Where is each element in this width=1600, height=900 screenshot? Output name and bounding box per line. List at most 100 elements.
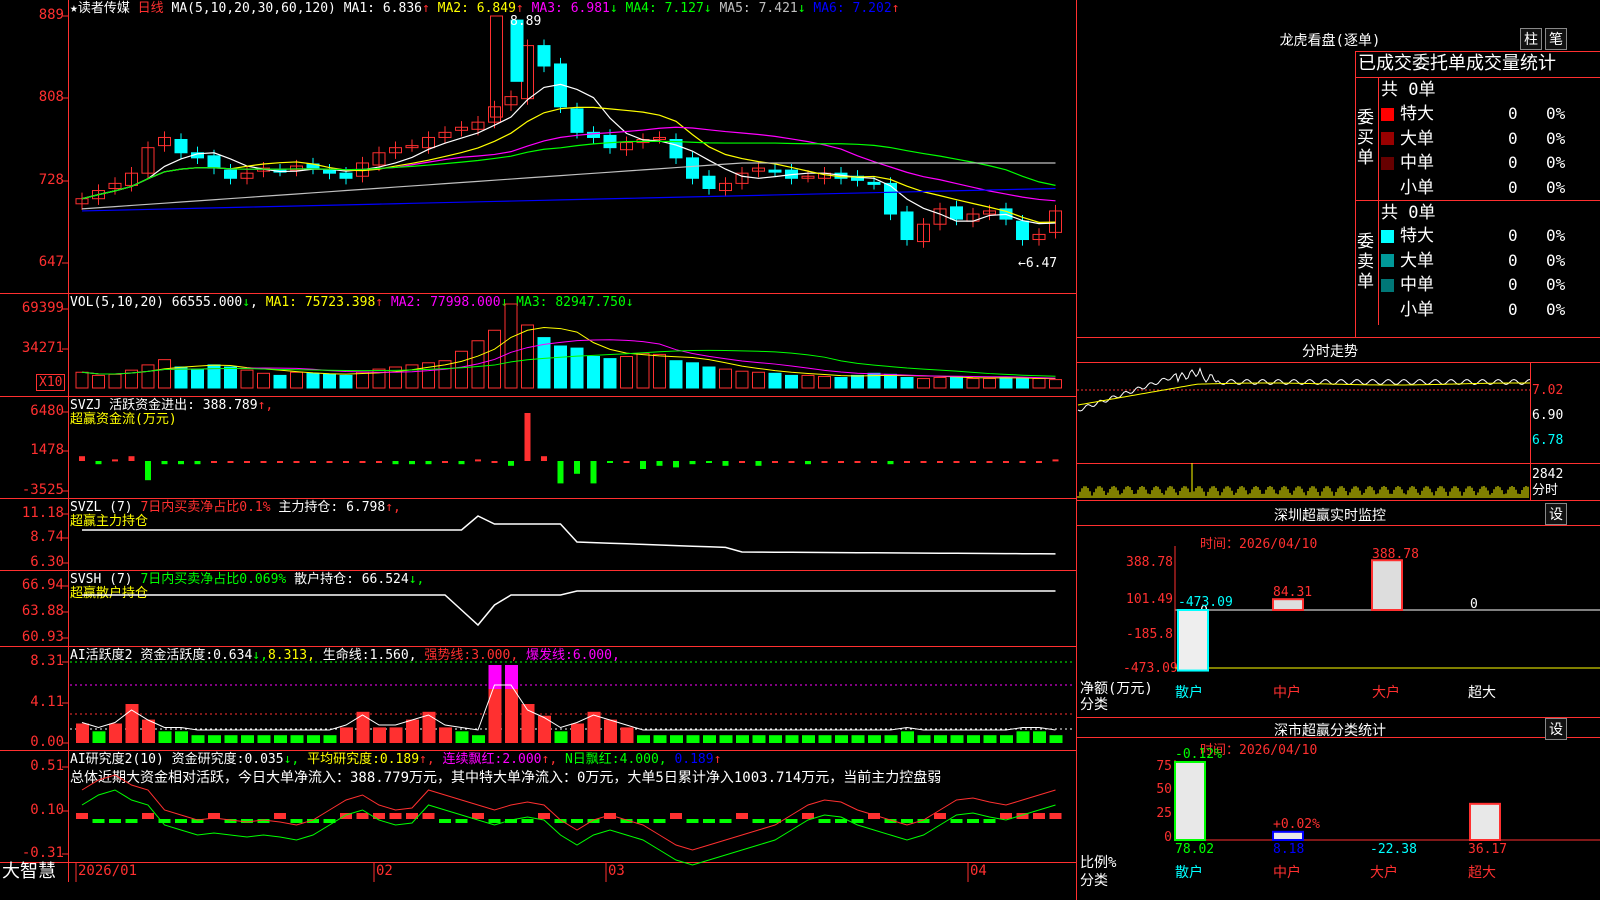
fund-flow-bar [590,461,597,484]
activity-bar [554,731,568,743]
fund-flow-bar [343,461,349,463]
sz-monitor-settings-button[interactable]: 设 [1545,503,1567,525]
fund-flow-bar [194,461,201,465]
candle [490,15,503,118]
fund-flow-bar [524,413,531,461]
ratio-bar [1174,760,1206,841]
sz-class-value: 78.02 [1175,842,1215,857]
activity-bar [1000,735,1013,743]
activity-bar [884,735,898,743]
volume-bar [75,371,89,389]
volume-bar [768,372,782,389]
sz-monitor-category: 中户 [1273,685,1301,701]
order-count: 0 [1508,226,1518,245]
fenshi-title: 分时走势 [1302,344,1358,360]
activity-bar [472,735,485,743]
activity-bar [175,731,188,743]
fund-flow-bar [458,461,465,465]
lhkp-divider-v [1355,51,1356,338]
activity-bar [703,735,716,743]
research-bar [901,819,913,823]
volume-bar [851,374,864,389]
fund-flow-bar [854,461,861,463]
order-row: 大单 [1381,250,1434,272]
volume-bar [323,373,336,389]
activity-bar [752,735,766,743]
activity-bar [538,715,551,743]
fund-flow-bar [161,461,168,465]
research-bar [290,819,303,823]
candle [867,181,881,185]
research-bar [356,813,369,819]
fund-flow-bar [178,461,184,465]
order-color-swatch [1381,229,1394,243]
tick-view-button[interactable]: 笔 [1545,28,1567,50]
volume-bar [306,372,320,389]
volume-bar [818,375,831,389]
volume-bar [999,377,1013,389]
fund-flow-bar [1019,461,1026,463]
ma-line [81,126,1056,202]
volume-bar [504,303,518,389]
ma-line [81,83,1056,225]
order-row: 中单 [1381,152,1434,174]
volume-bar [735,370,749,389]
intraday-avg-line [1077,382,1531,406]
fund-flow-bar [920,461,927,463]
research-bar [818,819,831,823]
order-percent: 0% [1546,250,1566,270]
sz-class-xlabel: 分类 [1080,873,1108,889]
lhkp-title: 龙虎看盘(逐单) [1279,33,1381,49]
order-percent: 0% [1546,153,1566,172]
net-flow-bar [1371,559,1403,611]
fenshi-axis [1530,362,1531,500]
candle [570,108,584,133]
activity-line [81,684,1056,731]
order-color-swatch [1381,254,1394,267]
activity-bar [620,727,634,743]
activity-bar [604,719,617,743]
kline-chart[interactable] [0,0,1077,882]
fund-flow-bar [112,459,118,462]
volume-bar [554,345,567,389]
activity-bar [1033,731,1046,743]
order-type: 中单 [1400,275,1434,295]
order-type: 特大 [1400,104,1434,124]
order-type: 大单 [1400,250,1434,271]
activity-bar [934,735,947,743]
research-bar [109,819,121,823]
research-bar [472,813,484,819]
activity-bar [802,735,815,743]
lhkp-subtitle: 已成交委托单成交量统计 [1358,53,1556,74]
activity-bar [637,735,650,743]
candle [224,169,237,179]
volume-bar [1049,379,1062,389]
order-percent: 0% [1546,104,1566,123]
volume-bar [752,371,765,389]
research-bar [175,819,187,823]
research-bar [785,819,798,823]
activity-bar [851,735,865,743]
fenshi-divider [1077,463,1600,464]
candle [686,157,699,179]
sz-class-settings-button[interactable]: 设 [1545,718,1567,740]
fund-flow-bar [722,461,729,466]
fund-flow-bar [821,461,828,463]
volume-bar [521,324,534,389]
fund-flow-bar [425,461,432,465]
research-bar [125,819,138,823]
sz-monitor-value: -473.09 [1178,595,1233,610]
volume-bar [455,350,468,389]
fund-flow-bar [838,461,844,463]
fund-flow-bar [359,461,366,463]
sz-class-y-label: 75 [1156,759,1172,774]
sz-class-y-label: 25 [1156,806,1172,821]
volume-bar [174,366,188,389]
fund-flow-bar [145,461,151,481]
activity-bar [307,735,320,743]
order-row: 小单 [1381,299,1434,321]
sz-class-value: -22.38 [1370,842,1417,857]
fenshi-vol-unit: 分时 [1532,483,1559,498]
bar-view-button[interactable]: 柱 [1520,28,1542,50]
fenshi-y-label: 7.02 [1532,383,1564,398]
